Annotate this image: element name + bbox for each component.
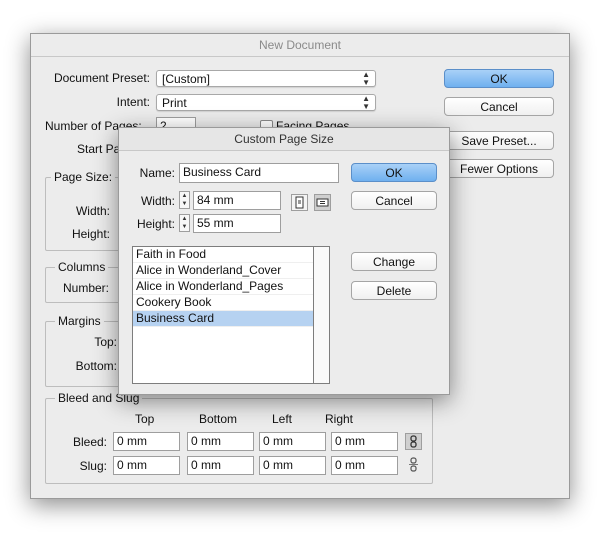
custom-width-input[interactable]: 84 mm bbox=[193, 191, 281, 210]
delete-button[interactable]: Delete bbox=[351, 281, 437, 300]
link-chain-icon-graphic bbox=[409, 457, 418, 472]
custom-page-size-dialog: Custom Page Size Name: Business Card Wid… bbox=[118, 127, 450, 395]
cancel-button[interactable]: Cancel bbox=[444, 97, 554, 116]
slug-bottom-input[interactable]: 0 mm bbox=[187, 456, 254, 475]
start-page-label: Start Pa bbox=[77, 142, 121, 156]
list-item[interactable]: Cookery Book bbox=[133, 295, 329, 311]
intent-label: Intent: bbox=[116, 95, 150, 109]
list-item[interactable]: Faith in Food bbox=[133, 247, 329, 263]
column-bottom-header: Bottom bbox=[199, 412, 238, 426]
custom-height-stepper[interactable]: ▲ ▼ bbox=[179, 214, 190, 232]
change-button[interactable]: Change bbox=[351, 252, 437, 271]
landscape-orientation-icon[interactable] bbox=[314, 194, 331, 211]
up-down-arrows-icon: ▲ ▼ bbox=[362, 70, 370, 87]
list-item[interactable]: Alice in Wonderland_Pages bbox=[133, 279, 329, 295]
columns-number-label: Number: bbox=[62, 281, 109, 295]
bleed-label: Bleed: bbox=[72, 435, 107, 449]
margin-bottom-label: Bottom: bbox=[75, 359, 117, 373]
document-preset-select[interactable]: [Custom] ▲ ▼ bbox=[156, 70, 376, 87]
list-item-selected[interactable]: Business Card bbox=[133, 311, 329, 327]
link-chain-icon[interactable] bbox=[405, 433, 422, 450]
margins-group bbox=[45, 321, 127, 387]
columns-group-title: Columns bbox=[55, 260, 109, 274]
link-chain-icon[interactable] bbox=[406, 457, 421, 472]
slug-label: Slug: bbox=[79, 459, 107, 473]
portrait-orientation-graphic bbox=[295, 196, 304, 209]
document-preset-value: [Custom] bbox=[162, 72, 211, 86]
bleed-top-input[interactable]: 0 mm bbox=[113, 432, 180, 451]
custom-height-label: Height: bbox=[136, 217, 175, 231]
slug-left-input[interactable]: 0 mm bbox=[259, 456, 326, 475]
column-right-header: Right bbox=[325, 412, 354, 426]
landscape-orientation-graphic bbox=[316, 198, 329, 207]
custom-width-label: Width: bbox=[140, 194, 175, 208]
bleed-left-input[interactable]: 0 mm bbox=[259, 432, 326, 451]
ok-button[interactable]: OK bbox=[444, 69, 554, 88]
custom-name-input[interactable]: Business Card bbox=[179, 163, 339, 183]
bleed-right-input[interactable]: 0 mm bbox=[331, 432, 398, 451]
save-preset-button[interactable]: Save Preset... bbox=[444, 131, 554, 150]
fewer-options-button[interactable]: Fewer Options bbox=[444, 159, 554, 178]
list-item[interactable]: Alice in Wonderland_Cover bbox=[133, 263, 329, 279]
custom-ok-button[interactable]: OK bbox=[351, 163, 437, 182]
page-size-list[interactable]: Faith in Food Alice in Wonderland_Cover … bbox=[132, 246, 330, 384]
custom-name-label: Name: bbox=[139, 166, 175, 180]
bleed-bottom-input[interactable]: 0 mm bbox=[187, 432, 254, 451]
dialog-title: New Document bbox=[31, 34, 569, 57]
link-chain-icon-graphic bbox=[410, 435, 417, 448]
column-left-header: Left bbox=[272, 412, 293, 426]
page-height-label: Height: bbox=[71, 227, 110, 241]
intent-select[interactable]: Print ▲ ▼ bbox=[156, 94, 376, 111]
margins-group-title: Margins bbox=[55, 314, 104, 328]
custom-cancel-button[interactable]: Cancel bbox=[351, 191, 437, 210]
custom-dialog-title: Custom Page Size bbox=[119, 128, 449, 151]
column-top-header: Top bbox=[135, 412, 155, 426]
portrait-orientation-icon[interactable] bbox=[291, 194, 308, 211]
page-width-label: Width: bbox=[75, 204, 110, 218]
custom-width-stepper[interactable]: ▲ ▼ bbox=[179, 191, 190, 209]
slug-top-input[interactable]: 0 mm bbox=[113, 456, 180, 475]
intent-value: Print bbox=[162, 96, 187, 110]
margin-top-label: Top: bbox=[94, 335, 117, 349]
up-down-arrows-icon: ▲ ▼ bbox=[362, 94, 370, 111]
document-preset-label: Document Preset: bbox=[53, 71, 150, 85]
slug-right-input[interactable]: 0 mm bbox=[331, 456, 398, 475]
page-size-group-title: Page Size: bbox=[51, 170, 116, 184]
list-scrollbar[interactable] bbox=[313, 247, 329, 383]
custom-height-input[interactable]: 55 mm bbox=[193, 214, 281, 233]
